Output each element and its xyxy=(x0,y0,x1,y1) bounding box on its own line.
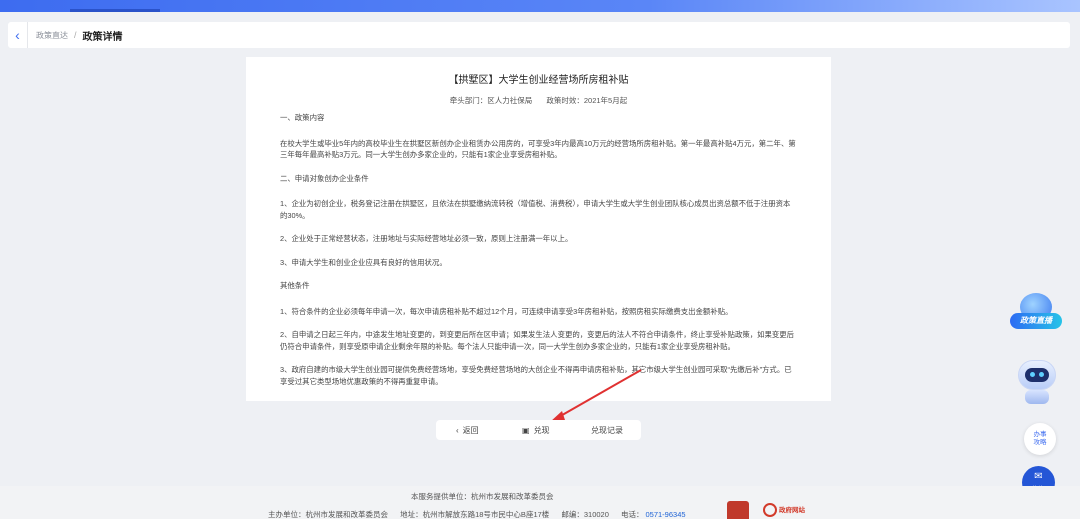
annotation-arrow xyxy=(550,369,642,422)
robot-body xyxy=(1025,390,1049,404)
robot-eye-right xyxy=(1039,372,1044,377)
guide-button[interactable]: 办事 攻略 xyxy=(1024,423,1056,455)
chevron-left-icon: ‹ xyxy=(456,426,459,435)
policy-department: 牵头部门：区人力社保局 xyxy=(449,96,533,105)
footer-phone-label: 电话： xyxy=(621,510,644,519)
chevron-left-icon: ‹ xyxy=(15,27,20,43)
policy-paragraph: 3、申请大学生和创业企业应具有良好的信用状况。 xyxy=(280,257,447,267)
chat-icon: ✉ xyxy=(1034,471,1043,482)
redeem-button[interactable]: ▣ 兑现 xyxy=(522,425,550,436)
policy-section-heading: 二、申请对象创办企业条件 xyxy=(280,173,369,183)
policy-live-label: 政策直播 xyxy=(1010,313,1062,329)
policy-paragraph: 1、企业为初创企业，税务登记注册在拱墅区，且依法在拱墅缴纳流转税（增值税、消费税… xyxy=(280,199,791,220)
return-button-label: 返回 xyxy=(462,426,479,435)
breadcrumb-current: 政策详情 xyxy=(82,31,123,43)
footer-postcode: 邮编：310020 xyxy=(561,510,609,519)
party-emblem-icon[interactable] xyxy=(727,501,749,519)
document-icon: ▣ xyxy=(522,426,530,435)
policy-paragraph: 2、自申请之日起三年内，中途发生地址变更的，到变更后所在区申请；如果发生法人变更… xyxy=(280,330,795,351)
policy-body: 一、政策内容在校大学生或毕业5年内的高校毕业生在拱墅区新创办企业租赁办公用房的，… xyxy=(280,112,797,387)
policy-section-heading: 其他条件 xyxy=(280,281,310,290)
gov-site-icon xyxy=(763,503,777,517)
redeem-records-button[interactable]: 兑现记录 xyxy=(591,425,623,436)
policy-meta: 牵头部门：区人力社保局 政策时效：2021年5月起 xyxy=(280,95,797,106)
policy-section-heading: 一、政策内容 xyxy=(280,113,325,122)
footer-info: 主办单位：杭州市发展和改革委员会 地址：杭州市解放东路18号市民中心B座17楼 … xyxy=(268,509,696,519)
return-button[interactable]: ‹ 返回 xyxy=(456,425,479,436)
action-bar: ‹ 返回 ▣ 兑现 兑现记录 xyxy=(436,420,641,440)
top-header-bar xyxy=(0,0,1080,12)
redeem-button-label: 兑现 xyxy=(533,426,550,435)
policy-effective-date: 政策时效：2021年5月起 xyxy=(546,96,628,105)
footer-host: 主办单位：杭州市发展和改革委员会 xyxy=(268,510,388,519)
footer: 本服务提供单位：杭州市发展和改革委员会 主办单位：杭州市发展和改革委员会 地址：… xyxy=(0,486,1080,519)
back-button[interactable]: ‹ xyxy=(8,22,28,48)
robot-face xyxy=(1025,368,1049,382)
footer-provider: 本服务提供单位：杭州市发展和改革委员会 xyxy=(411,492,554,501)
gov-site-label: 政府网站 xyxy=(779,507,805,514)
policy-live-button[interactable]: 政策直播 xyxy=(1010,293,1062,337)
policy-paragraph: 3、政府自建的市级大学生创业园可提供免费经营场地，享受免费经营场地的大创企业不得… xyxy=(280,365,792,386)
policy-paragraph: 在校大学生或毕业5年内的高校毕业生在拱墅区新创办企业租赁办公用房的，可享受3年内… xyxy=(280,138,796,160)
guide-label-2: 攻略 xyxy=(1033,439,1047,446)
robot-assistant-button[interactable] xyxy=(1014,356,1060,406)
footer-phone[interactable]: 0571-96345 xyxy=(646,510,686,519)
policy-document: 【拱墅区】大学生创业经营场所房租补贴 牵头部门：区人力社保局 政策时效：2021… xyxy=(246,57,831,401)
policy-title: 【拱墅区】大学生创业经营场所房租补贴 xyxy=(448,75,629,86)
breadcrumb-parent[interactable]: 政策直达 xyxy=(36,30,68,41)
active-tab-indicator xyxy=(70,9,160,12)
policy-paragraph: 2、企业处于正常经营状态，注册地址与实际经营地址必须一致，原则上注册满一年以上。 xyxy=(280,234,573,243)
gov-site-logo[interactable]: 政府网站 xyxy=(763,501,813,519)
breadcrumb-separator: / xyxy=(74,30,77,40)
redeem-records-label: 兑现记录 xyxy=(591,426,623,435)
footer-address: 地址：杭州市解放东路18号市民中心B座17楼 xyxy=(400,510,550,519)
guide-label-1: 办事 xyxy=(1033,431,1047,438)
robot-eye-left xyxy=(1030,372,1035,377)
breadcrumb: ‹ 政策直达 / 政策详情 xyxy=(8,22,1070,48)
policy-paragraph: 1、符合条件的企业必须每年申请一次，每次申请房租补贴不超过12个月，可连续申请享… xyxy=(280,306,733,316)
